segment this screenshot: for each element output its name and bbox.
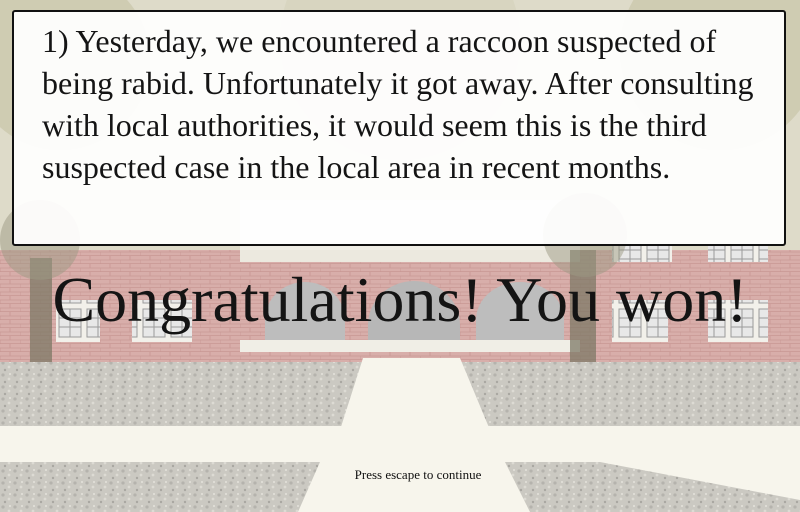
dialog-box: 1) Yesterday, we encountered a raccoon s… (12, 10, 786, 246)
dialog-text: 1) Yesterday, we encountered a raccoon s… (42, 23, 754, 185)
victory-banner: Congratulations! You won! (52, 264, 748, 335)
continue-hint: Press escape to continue (354, 467, 482, 482)
